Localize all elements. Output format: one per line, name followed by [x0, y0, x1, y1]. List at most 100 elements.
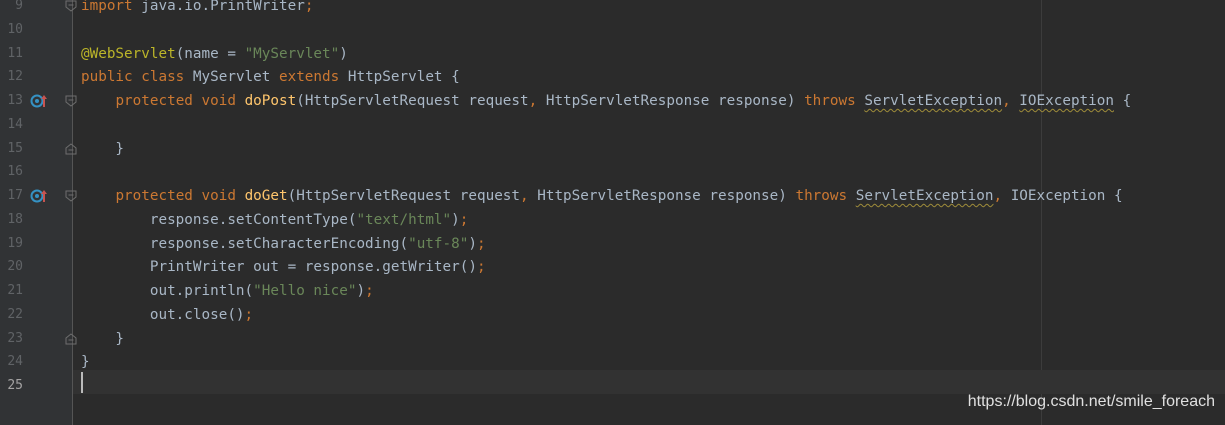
code-token: "text/html"	[356, 211, 452, 228]
code-line[interactable]: 23 }	[0, 327, 1225, 351]
code-line[interactable]: 16	[0, 160, 1225, 184]
line-number: 19	[7, 235, 23, 251]
code-text: }	[81, 350, 90, 374]
code-text: }	[81, 137, 124, 161]
code-token: java.io.PrintWriter	[132, 0, 305, 14]
code-token: IOException	[1019, 93, 1114, 109]
code-token: doGet	[244, 188, 288, 204]
code-token: ;	[304, 0, 314, 14]
code-token: )	[468, 235, 477, 252]
code-text: out.close();	[81, 303, 253, 327]
code-line[interactable]: 11 @WebServlet(name = "MyServlet")	[0, 42, 1225, 66]
line-number: 14	[7, 116, 23, 132]
code-token: response.setCharacterEncoding(	[81, 235, 409, 252]
line-number: 12	[7, 69, 23, 85]
code-text: public class MyServlet extends HttpServl…	[81, 65, 460, 89]
code-token: "MyServlet"	[244, 45, 340, 62]
line-number: 10	[7, 21, 23, 37]
code-text: import java.io.PrintWriter;	[81, 0, 313, 18]
code-text: @WebServlet(name = "MyServlet")	[81, 42, 348, 66]
override-icon[interactable]	[30, 92, 48, 110]
code-line[interactable]: 12 public class MyServlet extends HttpSer…	[0, 65, 1225, 89]
code-token: public class	[81, 69, 193, 86]
code-token: PrintWriter out = response.getWriter()	[81, 259, 477, 276]
code-token: doPost	[244, 93, 297, 109]
code-token: protected void	[115, 93, 245, 109]
code-text: PrintWriter out = response.getWriter();	[81, 255, 486, 279]
code-text: protected void doGet(HttpServletRequest …	[81, 184, 1123, 208]
code-text: response.setCharacterEncoding("utf-8");	[81, 232, 486, 256]
fold-start-icon[interactable]	[65, 190, 77, 202]
code-text: response.setContentType("text/html");	[81, 208, 469, 232]
code-token: protected void	[115, 188, 245, 204]
code-token: ;	[365, 283, 374, 299]
code-token: (HttpServletRequest request	[287, 188, 521, 204]
code-token: ServletException	[855, 188, 994, 204]
line-number: 13	[7, 93, 23, 108]
code-token: HttpServlet {	[347, 69, 460, 86]
code-line[interactable]: 9 import java.io.PrintWriter;	[0, 0, 1225, 18]
code-token: ;	[476, 235, 486, 252]
code-token: extends	[278, 69, 348, 86]
line-number: 17	[7, 188, 23, 203]
code-token: )	[339, 45, 348, 62]
line-number: 16	[7, 164, 23, 180]
code-line[interactable]: 18 response.setContentType("text/html");	[0, 208, 1225, 232]
fold-start-icon[interactable]	[65, 95, 77, 107]
code-line[interactable]: 10	[0, 18, 1225, 42]
fold-end-icon[interactable]	[65, 142, 77, 155]
code-token: response.setContentType(	[81, 211, 357, 228]
code-token: HttpServletResponse response)	[545, 93, 805, 109]
code-token: ,	[520, 188, 538, 204]
line-number: 11	[7, 45, 23, 61]
code-token: (name =	[175, 45, 245, 62]
code-text: protected void doPost(HttpServletRequest…	[81, 89, 1131, 113]
code-token: "utf-8"	[408, 235, 469, 252]
code-token: ;	[459, 211, 469, 228]
code-token: (HttpServletRequest request	[296, 93, 529, 109]
line-number: 15	[7, 140, 23, 156]
line-number: 20	[7, 259, 23, 275]
code-token: MyServlet	[192, 69, 279, 86]
code-line[interactable]: 15 }	[0, 137, 1225, 161]
code-token: IOException {	[1010, 188, 1123, 204]
code-token: "Hello nice"	[253, 283, 357, 299]
code-token: }	[81, 354, 90, 371]
line-number: 22	[7, 306, 23, 322]
code-token: out.println(	[81, 283, 254, 299]
code-token: @WebServlet	[81, 45, 176, 62]
code-line[interactable]: 13 protected void doPost(HttpServletRequ…	[0, 89, 1225, 113]
fold-end-icon[interactable]	[65, 332, 77, 345]
code-line[interactable]: 20 PrintWriter out = response.getWriter(…	[0, 255, 1225, 279]
code-token: ;	[244, 306, 254, 323]
code-token: ,	[993, 188, 1011, 204]
code-line[interactable]: 21 out.println("Hello nice");	[0, 279, 1225, 303]
line-number: 21	[7, 283, 23, 298]
fold-start-icon[interactable]	[65, 0, 77, 12]
code-token: }	[81, 140, 125, 157]
line-number: 18	[7, 211, 23, 227]
code-token: ,	[1002, 93, 1020, 109]
code-token: )	[356, 283, 366, 299]
code-token: throws	[795, 188, 856, 204]
code-token: )	[451, 211, 460, 228]
code-line[interactable]: 19 response.setCharacterEncoding("utf-8"…	[0, 232, 1225, 256]
code-text: }	[81, 327, 124, 351]
code-line[interactable]: 14	[0, 113, 1225, 137]
code-token: {	[1113, 93, 1132, 109]
code-text: out.println("Hello nice");	[81, 279, 374, 303]
line-number: 23	[7, 330, 23, 346]
code-line[interactable]: 17 protected void doGet(HttpServletReque…	[0, 184, 1225, 208]
line-number: 9	[15, 0, 23, 13]
line-number: 24	[7, 354, 23, 370]
code-line[interactable]: 24}	[0, 350, 1225, 374]
code-token: out.close()	[81, 306, 245, 323]
code-line[interactable]: 22 out.close();	[0, 303, 1225, 327]
code-token: ServletException	[864, 93, 1003, 109]
code-token: throws	[804, 93, 865, 109]
override-icon[interactable]	[30, 187, 48, 205]
line-number: 25	[7, 378, 23, 393]
code-token: ;	[476, 259, 486, 276]
